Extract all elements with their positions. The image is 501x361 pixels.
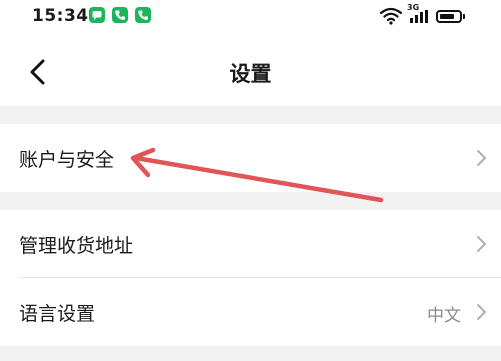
settings-item-language[interactable]: 语言设置 中文 (0, 278, 501, 346)
settings-item-label: 语言设置 (19, 303, 96, 325)
section-gap (0, 346, 501, 361)
section-gap (0, 192, 501, 210)
settings-item-label: 管理收货地址 (19, 235, 134, 257)
battery-level-fill (440, 14, 454, 19)
status-bar: 15:34 3G (0, 0, 501, 36)
chevron-right-icon (477, 150, 486, 166)
wifi-icon (380, 7, 402, 25)
phone-notification-icon (112, 7, 128, 23)
chevron-right-icon (477, 304, 486, 320)
language-value: 中文 (427, 306, 461, 326)
page-title: 设置 (229, 62, 272, 86)
header-bar: 设置 (0, 36, 501, 106)
settings-item-label: 账户与安全 (19, 149, 115, 171)
battery-icon (436, 10, 462, 23)
status-time: 15:34 (32, 6, 89, 26)
battery-tip (463, 14, 465, 19)
message-notification-icon (89, 7, 105, 23)
chevron-right-icon (477, 236, 486, 252)
phone-notification-icon (135, 7, 151, 23)
section-gap (0, 106, 501, 124)
settings-item-manage-address[interactable]: 管理收货地址 (0, 210, 501, 278)
signal-strength-icon (410, 10, 428, 23)
settings-item-account-security[interactable]: 账户与安全 (0, 124, 501, 192)
